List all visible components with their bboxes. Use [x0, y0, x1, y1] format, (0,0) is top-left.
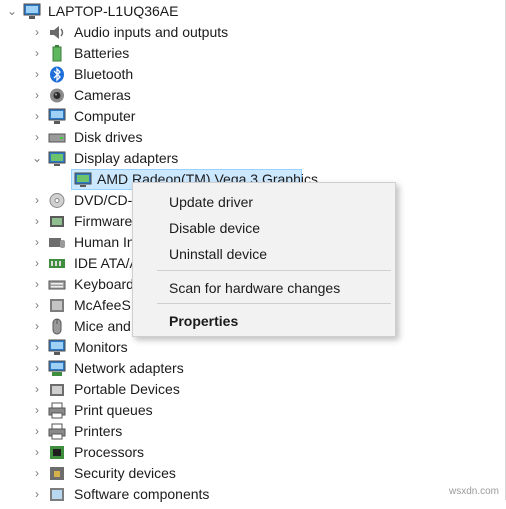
scan-hardware-menu-item[interactable]: Scan for hardware changes [169, 276, 340, 300]
chevron-right-icon[interactable]: › [31, 274, 43, 295]
security-device-icon [48, 465, 66, 482]
chevron-right-icon[interactable]: › [31, 232, 43, 253]
dvd-icon [48, 192, 66, 209]
tree-item-label: Network adapters [74, 360, 184, 376]
tree-item-label: Batteries [74, 45, 130, 61]
watermark: wsxdn.com [448, 486, 499, 497]
chevron-right-icon[interactable]: › [31, 295, 43, 316]
menu-separator [157, 270, 391, 271]
printer-icon [48, 423, 66, 440]
tree-root-label: LAPTOP-L1UQ36AE [48, 3, 179, 19]
device-manager-tree: ⌄ LAPTOP-L1UQ36AE › Audio inputs and out… [0, 0, 506, 503]
display-adapter-icon [74, 171, 92, 188]
chevron-right-icon[interactable]: › [31, 442, 43, 463]
speaker-icon [48, 24, 66, 41]
tree-item-label: Display adapters [74, 150, 179, 166]
tree-item-label: Disk drives [74, 129, 143, 145]
chevron-right-icon[interactable]: › [31, 421, 43, 442]
tree-item-label: Mice and [74, 318, 131, 334]
chevron-right-icon[interactable]: › [31, 463, 43, 484]
disk-drive-icon [48, 129, 66, 146]
chevron-right-icon[interactable]: › [31, 106, 43, 127]
tree-item-label: Software components [74, 486, 210, 502]
computer-icon [48, 108, 66, 125]
chevron-right-icon[interactable]: › [31, 85, 43, 106]
chevron-right-icon[interactable]: › [31, 358, 43, 379]
software-component-icon [48, 486, 66, 503]
tree-item-label: Portable Devices [74, 381, 180, 397]
computer-icon [23, 3, 41, 20]
tree-item-label: Security devices [74, 465, 176, 481]
chevron-right-icon[interactable]: › [31, 22, 43, 43]
chevron-right-icon[interactable]: › [31, 43, 43, 64]
tree-item-label: Firmware [74, 213, 133, 229]
tree-item-label: Print queues [74, 402, 153, 418]
chevron-right-icon[interactable]: › [31, 316, 43, 337]
chevron-right-icon[interactable]: › [31, 64, 43, 85]
tree-item-label: DVD/CD- [74, 192, 133, 208]
chevron-right-icon[interactable]: › [31, 253, 43, 274]
chevron-right-icon[interactable]: › [31, 127, 43, 148]
tree-item-label: IDE ATA/A [74, 255, 139, 271]
uninstall-device-menu-item[interactable]: Uninstall device [169, 242, 267, 266]
firmware-icon [48, 213, 66, 230]
tree-item-label: Cameras [74, 87, 131, 103]
battery-icon [48, 45, 66, 62]
keyboard-icon [48, 276, 66, 293]
monitor-icon [48, 339, 66, 356]
tree-item-label: Audio inputs and outputs [74, 24, 229, 40]
tree-item-label: Keyboard [74, 276, 134, 292]
properties-menu-item[interactable]: Properties [169, 309, 238, 333]
chevron-down-icon[interactable]: ⌄ [31, 148, 43, 169]
camera-icon [48, 87, 66, 104]
chevron-right-icon[interactable]: › [31, 190, 43, 211]
disable-device-menu-item[interactable]: Disable device [169, 216, 260, 240]
menu-separator [157, 303, 391, 304]
chevron-right-icon[interactable]: › [31, 379, 43, 400]
chevron-down-icon[interactable]: ⌄ [6, 1, 18, 22]
tree-item-label: McAfeeS [74, 297, 131, 313]
portable-device-icon [48, 381, 66, 398]
mouse-icon [48, 318, 66, 335]
chevron-right-icon[interactable]: › [31, 484, 43, 505]
tree-item-label: Processors [74, 444, 145, 460]
ide-icon [48, 255, 66, 272]
update-driver-menu-item[interactable]: Update driver [169, 190, 253, 214]
tree-item-label: Bluetooth [74, 66, 134, 82]
printer-icon [48, 402, 66, 419]
hid-icon [48, 234, 66, 251]
bluetooth-icon [48, 66, 66, 83]
display-adapter-icon [48, 150, 66, 167]
processor-icon [48, 444, 66, 461]
mcafee-icon [48, 297, 66, 314]
chevron-right-icon[interactable]: › [31, 400, 43, 421]
chevron-right-icon[interactable]: › [31, 211, 43, 232]
network-adapter-icon [48, 360, 66, 377]
tree-item-label: Printers [74, 423, 123, 439]
tree-item-label: Monitors [74, 339, 128, 355]
context-menu: Update driver Disable device Uninstall d… [132, 182, 396, 337]
tree-item-label: Computer [74, 108, 136, 124]
chevron-right-icon[interactable]: › [31, 337, 43, 358]
tree-item-label: Human In [74, 234, 135, 250]
